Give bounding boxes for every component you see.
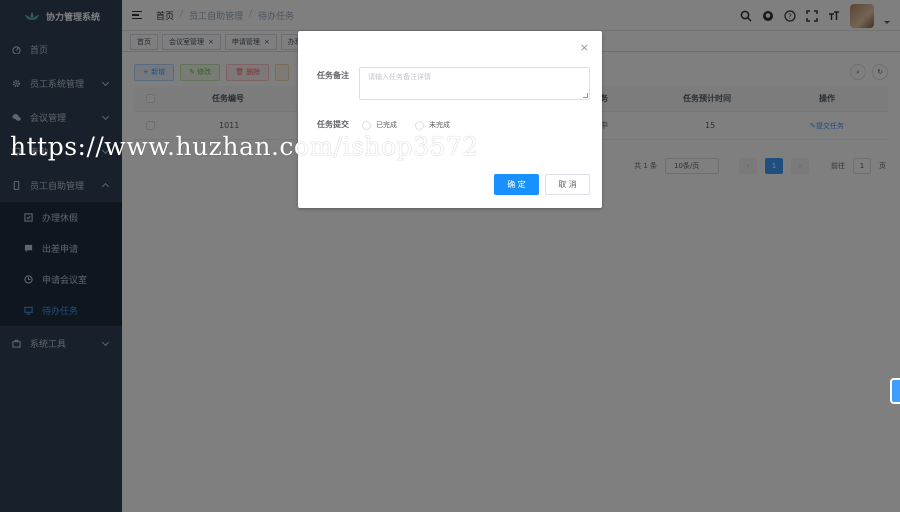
dialog-footer: 确 定 取 消 xyxy=(494,174,590,195)
radio-label: 已完成 xyxy=(376,121,397,129)
confirm-button[interactable]: 确 定 xyxy=(494,174,539,195)
floating-action-button[interactable] xyxy=(890,378,900,404)
remark-placeholder: 请输入任务备注详情 xyxy=(368,73,431,81)
radio-incomplete[interactable]: 未完成 xyxy=(415,120,450,130)
remark-textarea[interactable]: 请输入任务备注详情 xyxy=(359,67,590,100)
submit-task-dialog: × 任务备注 请输入任务备注详情 任务提交 已完成 未完成 确 定 取 消 xyxy=(298,31,602,208)
remark-form-item: 任务备注 请输入任务备注详情 xyxy=(317,67,590,100)
radio-label: 未完成 xyxy=(429,121,450,129)
remark-label: 任务备注 xyxy=(317,71,349,80)
radio-completed[interactable]: 已完成 xyxy=(362,120,397,130)
radio-circle[interactable] xyxy=(415,120,424,130)
radio-circle[interactable] xyxy=(362,120,371,130)
close-icon[interactable]: × xyxy=(580,42,589,53)
cancel-button[interactable]: 取 消 xyxy=(545,174,590,195)
resize-handle-icon[interactable] xyxy=(583,93,588,98)
watermark: https://www.huzhan.com/ishop3572 xyxy=(10,132,479,161)
